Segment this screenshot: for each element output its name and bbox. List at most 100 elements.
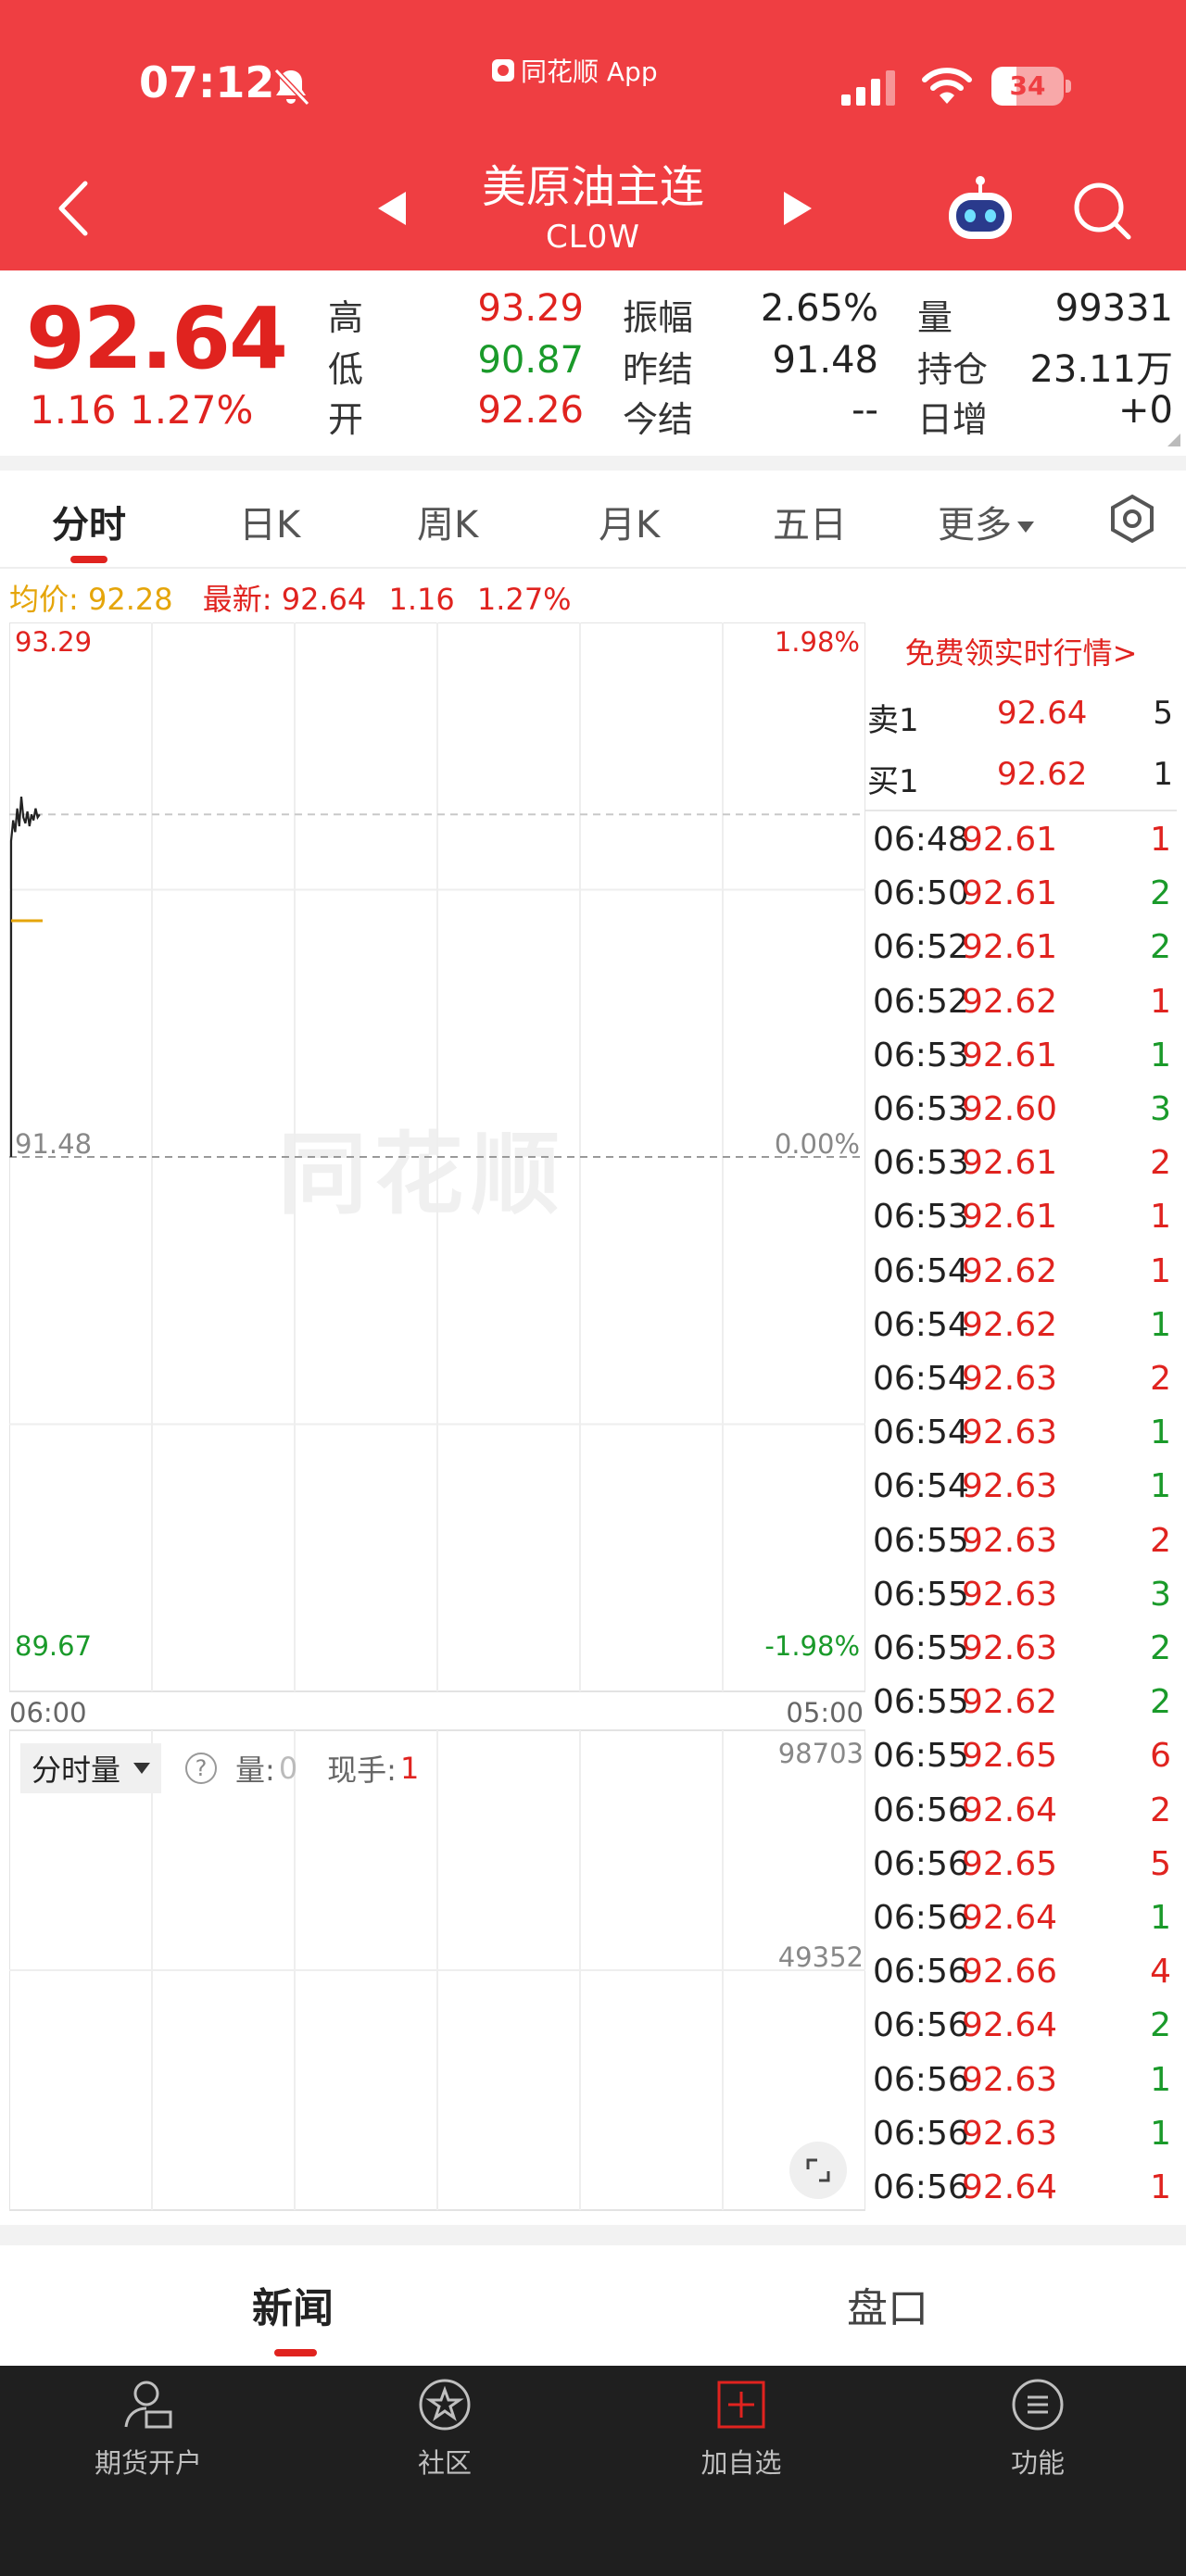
battery-level: 34: [1009, 70, 1046, 101]
tick-row: 06:53 92.61 2: [865, 1138, 1177, 1192]
status-time: 07:12: [139, 57, 275, 107]
tick-volume: 3: [1150, 1575, 1171, 1614]
tick-row: 06:54 92.63 1: [865, 1408, 1177, 1462]
expand-corner-icon[interactable]: [1167, 434, 1180, 446]
y-label-top: 93.29: [15, 626, 93, 658]
tick-row: 06:56 92.64 2: [865, 1786, 1177, 1840]
tick-row: 06:48 92.61 1: [865, 815, 1177, 869]
tick-row: 06:56 92.63 1: [865, 2055, 1177, 2109]
nav-functions[interactable]: 功能: [945, 2375, 1130, 2481]
tick-price: 92.63: [962, 1521, 1058, 1560]
volume-type-select[interactable]: 分时量: [20, 1743, 162, 1793]
tick-row: 06:54 92.63 1: [865, 1462, 1177, 1515]
bid-label: 买1: [867, 763, 919, 800]
nav-add-watchlist[interactable]: 加自选: [649, 2375, 834, 2481]
nav-community-label: 社区: [417, 2447, 472, 2479]
tick-price: 92.61: [962, 821, 1058, 859]
tab-five-day[interactable]: 五日: [773, 495, 847, 548]
tick-volume: 1: [1150, 1198, 1171, 1237]
tab-intraday[interactable]: 分时: [52, 495, 126, 548]
add-watchlist-icon: [717, 2381, 765, 2429]
tick-price: 92.63: [962, 1629, 1058, 1667]
account-icon: [124, 2381, 172, 2429]
tick-row: 06:52 92.61 2: [865, 923, 1177, 976]
header: 07:12 同花顺 App 34 美原油主连 CL0W: [0, 0, 1186, 270]
tick-price: 92.62: [962, 1683, 1058, 1722]
tick-row: 06:55 92.63 2: [865, 1624, 1177, 1678]
tick-time: 06:54: [873, 1305, 969, 1344]
tab-more[interactable]: 更多: [938, 495, 1034, 548]
tick-price: 92.64: [962, 2006, 1058, 2045]
tick-price: 92.62: [962, 1305, 1058, 1344]
tab-weekly-k[interactable]: 周K: [417, 495, 478, 548]
current-hand-value: 1: [399, 1751, 420, 1786]
volume-header: 分时量 ? 量: 0 现手: 1: [20, 1743, 420, 1793]
price-series-line: [9, 796, 41, 1157]
tick-time: 06:54: [873, 1414, 969, 1452]
settings-icon[interactable]: [1104, 491, 1160, 547]
ask-row: 卖1 92.64 5: [865, 687, 1177, 748]
tick-time: 06:56: [873, 2114, 969, 2153]
pct-label-top: 1.98%: [774, 626, 860, 658]
tab-monthly-k[interactable]: 月K: [599, 495, 660, 548]
nav-community[interactable]: 社区: [352, 2375, 537, 2481]
nav-open-account[interactable]: 期货开户: [56, 2375, 241, 2481]
tick-volume: 2: [1150, 1683, 1171, 1722]
tick-row: 06:54 92.62 1: [865, 1247, 1177, 1301]
battery-icon: 34: [991, 67, 1071, 106]
free-realtime-link[interactable]: 免费领实时行情>: [865, 630, 1177, 672]
tick-price: 92.66: [962, 1953, 1058, 1992]
quote-label-daily-change: 日增: [917, 399, 989, 440]
tick-time: 06:53: [873, 1036, 969, 1074]
intraday-chart-svg: [9, 622, 865, 2211]
quote-label-low: 低: [328, 349, 364, 390]
signal-icon: [841, 70, 895, 106]
tick-row: 06:55 92.62 2: [865, 1678, 1177, 1731]
tick-price: 92.63: [962, 1467, 1058, 1506]
tab-order-book[interactable]: 盘口: [847, 2275, 928, 2334]
tick-row: 06:56 92.64 2: [865, 2001, 1177, 2055]
tick-time: 06:52: [873, 928, 969, 967]
ask-price: 92.64: [997, 695, 1088, 732]
tick-row: 06:53 92.61 1: [865, 1192, 1177, 1246]
divider: [0, 2225, 1186, 2245]
quote-value-prev-settle: 91.48: [772, 339, 878, 382]
tick-row: 06:53 92.60 3: [865, 1085, 1177, 1138]
next-icon[interactable]: [780, 190, 815, 227]
tick-row: 06:54 92.63 2: [865, 1354, 1177, 1408]
quote-value-high: 93.29: [477, 287, 584, 330]
tick-row: 06:56 92.63 1: [865, 2109, 1177, 2163]
search-icon[interactable]: [1071, 180, 1132, 241]
contract-code: CL0W: [546, 219, 640, 256]
tick-row: 06:55 92.65 6: [865, 1731, 1177, 1785]
help-icon[interactable]: ?: [185, 1753, 218, 1784]
tick-volume: 1: [1150, 1899, 1171, 1937]
ask-volume: 5: [1153, 695, 1173, 732]
price-change-pct: 1.27%: [130, 387, 254, 433]
divider: [865, 810, 1177, 811]
divider: [0, 456, 1186, 471]
tick-volume: 3: [1150, 1090, 1171, 1128]
prev-icon[interactable]: [374, 190, 410, 227]
tick-volume: 1: [1150, 821, 1171, 859]
back-icon[interactable]: [50, 176, 96, 241]
tick-time: 06:48: [873, 821, 969, 859]
tick-price: 92.64: [962, 2168, 1058, 2206]
tick-time: 06:55: [873, 1737, 969, 1776]
tab-daily-k[interactable]: 日K: [239, 495, 300, 548]
quote-label-high: 高: [328, 297, 364, 338]
latest-change: 1.16: [388, 582, 455, 617]
tick-price: 92.63: [962, 2114, 1058, 2153]
latest-pct: 1.27%: [476, 582, 572, 617]
volume-label-top: 98703: [777, 1738, 864, 1769]
tick-price: 92.63: [962, 2060, 1058, 2099]
tick-price: 92.64: [962, 1791, 1058, 1829]
fullscreen-icon[interactable]: [789, 2142, 847, 2199]
intraday-chart: 93.29 1.98% 91.48 0.00% 89.67 -1.98% 06:…: [9, 622, 865, 2211]
robot-icon[interactable]: [943, 174, 1017, 248]
tick-price: 92.63: [962, 1360, 1058, 1398]
tab-news[interactable]: 新闻: [252, 2275, 334, 2334]
tick-row: 06:55 92.63 3: [865, 1570, 1177, 1624]
quote-label-open-interest: 持仓: [917, 349, 989, 390]
volume-value: 0: [278, 1751, 298, 1786]
